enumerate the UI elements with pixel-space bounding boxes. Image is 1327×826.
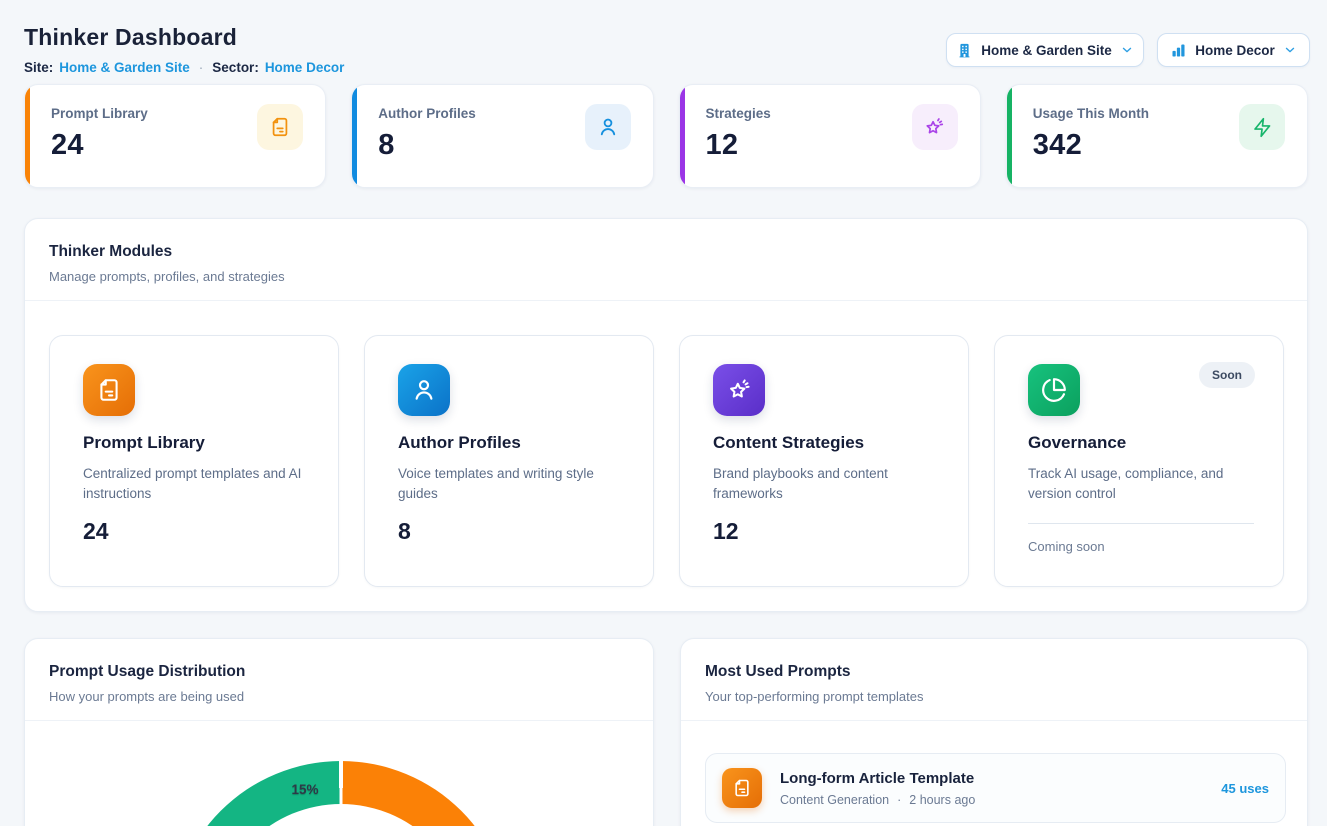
document-icon — [722, 768, 762, 808]
prompt-item-time: 2 hours ago — [909, 793, 975, 807]
stat-card-prompt-library: Prompt Library 24 — [24, 84, 326, 188]
module-count: 12 — [713, 518, 938, 545]
module-card-author-profiles[interactable]: Author Profiles Voice templates and writ… — [364, 335, 654, 587]
modules-subtitle: Manage prompts, profiles, and strategies — [49, 269, 1283, 300]
module-card-governance[interactable]: Soon Governance Track AI usage, complian… — [994, 335, 1284, 587]
building-icon — [956, 42, 973, 59]
module-card-prompt-library[interactable]: Prompt Library Centralized prompt templa… — [49, 335, 339, 587]
site-link[interactable]: Home & Garden Site — [59, 60, 190, 75]
stat-card-author-profiles: Author Profiles 8 — [351, 84, 653, 188]
stat-card-strategies: Strategies 12 — [679, 84, 981, 188]
module-description: Voice templates and writing style guides — [398, 464, 628, 505]
prompt-list-item[interactable]: Long-form Article Template Content Gener… — [705, 753, 1286, 823]
document-icon — [83, 364, 135, 416]
modules-title: Thinker Modules — [49, 243, 1283, 261]
donut-segment-label: 15% — [277, 782, 333, 797]
stat-card-usage: Usage This Month 342 — [1006, 84, 1308, 188]
star-sparkle-icon — [912, 104, 958, 150]
sector-link[interactable]: Home Decor — [265, 60, 345, 75]
modules-grid: Prompt Library Centralized prompt templa… — [49, 335, 1284, 587]
sector-dropdown-label: Home Decor — [1195, 43, 1275, 58]
prompts-panel-header: Most Used Prompts Your top-performing pr… — [681, 639, 1307, 721]
modules-header: Thinker Modules Manage prompts, profiles… — [25, 219, 1307, 301]
site-dropdown-label: Home & Garden Site — [981, 43, 1112, 58]
chevron-down-icon — [1283, 43, 1297, 57]
lightning-icon — [1239, 104, 1285, 150]
usage-panel-subtitle: How your prompts are being used — [49, 689, 629, 720]
site-dropdown-button[interactable]: Home & Garden Site — [946, 33, 1144, 67]
breadcrumb-separator: · — [196, 60, 207, 75]
prompt-item-category: Content Generation — [780, 793, 889, 807]
module-description: Centralized prompt templates and AI inst… — [83, 464, 313, 505]
prompts-panel-subtitle: Your top-performing prompt templates — [705, 689, 1283, 720]
module-title: Author Profiles — [398, 433, 623, 453]
module-count: 24 — [83, 518, 308, 545]
usage-panel-title: Prompt Usage Distribution — [49, 663, 629, 681]
breadcrumb: Site: Home & Garden Site · Sector: Home … — [24, 60, 344, 75]
site-label: Site: — [24, 60, 53, 75]
prompt-item-body: Long-form Article Template Content Gener… — [780, 770, 1221, 807]
module-title: Content Strategies — [713, 433, 938, 453]
usage-distribution-panel: Prompt Usage Distribution How your promp… — [24, 638, 654, 826]
module-count: 8 — [398, 518, 623, 545]
usage-panel-header: Prompt Usage Distribution How your promp… — [25, 639, 653, 721]
document-icon — [257, 104, 303, 150]
star-sparkle-icon — [713, 364, 765, 416]
prompt-item-uses-badge: 45 uses — [1221, 781, 1269, 796]
coming-soon-text: Coming soon — [1028, 539, 1253, 554]
prompt-item-title: Long-form Article Template — [780, 770, 1221, 787]
chevron-down-icon — [1120, 43, 1134, 57]
pie-chart-icon — [1028, 364, 1080, 416]
user-icon — [585, 104, 631, 150]
user-icon — [398, 364, 450, 416]
donut-hole — [214, 804, 468, 826]
sector-label: Sector: — [212, 60, 259, 75]
bar-chart-icon — [1170, 42, 1187, 59]
page-title: Thinker Dashboard — [24, 24, 237, 51]
soon-badge: Soon — [1199, 362, 1255, 388]
prompt-item-meta: Content Generation · 2 hours ago — [780, 793, 1221, 807]
meta-separator: · — [897, 793, 901, 807]
module-description: Track AI usage, compliance, and version … — [1028, 464, 1258, 505]
module-card-content-strategies[interactable]: Content Strategies Brand playbooks and c… — [679, 335, 969, 587]
module-title: Governance — [1028, 433, 1253, 453]
modules-panel: Thinker Modules Manage prompts, profiles… — [24, 218, 1308, 612]
sector-dropdown-button[interactable]: Home Decor — [1157, 33, 1310, 67]
prompts-panel-title: Most Used Prompts — [705, 663, 1283, 681]
module-title: Prompt Library — [83, 433, 308, 453]
divider — [1028, 523, 1254, 524]
usage-donut-chart — [171, 761, 511, 826]
stats-row: Prompt Library 24 Author Profiles 8 Stra… — [24, 84, 1308, 188]
most-used-prompts-panel: Most Used Prompts Your top-performing pr… — [680, 638, 1308, 826]
module-description: Brand playbooks and content frameworks — [713, 464, 943, 505]
